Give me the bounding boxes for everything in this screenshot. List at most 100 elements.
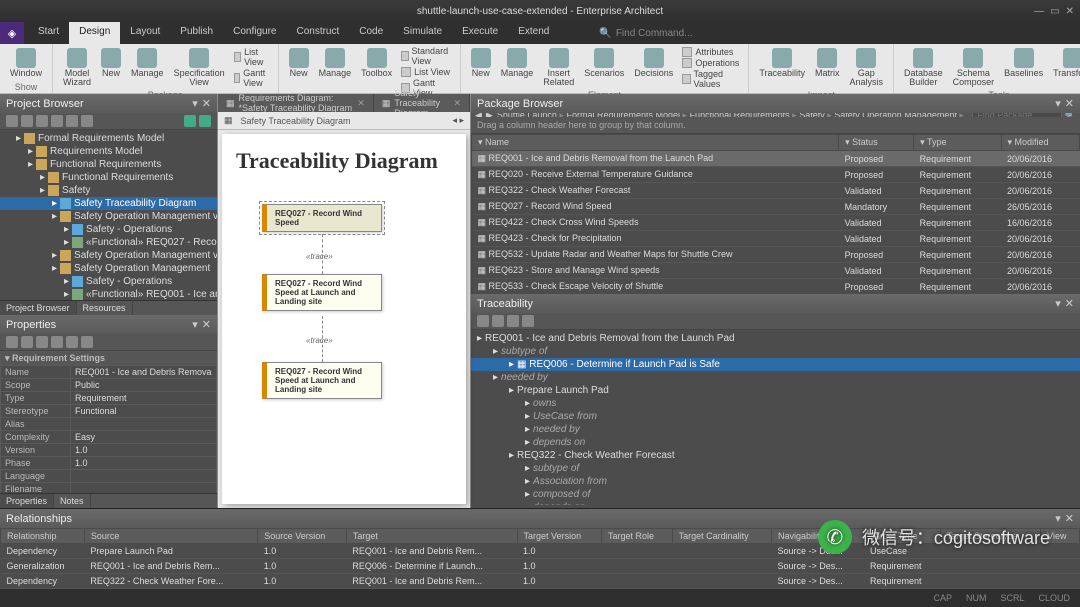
menu-code[interactable]: Code (349, 22, 393, 44)
tree-item[interactable]: ▸Safety Operation Management (0, 262, 217, 275)
find-command[interactable]: 🔍 Find Command... (599, 22, 692, 44)
menu-configure[interactable]: Configure (223, 22, 286, 44)
project-browser-tree[interactable]: ▸Formal Requirements Model▸Requirements … (0, 130, 217, 300)
diagram-title: Traceability Diagram (236, 148, 452, 174)
ribbon-new[interactable]: New (467, 46, 495, 90)
tree-item[interactable]: ▸Requirements Model (0, 145, 217, 158)
menu-construct[interactable]: Construct (286, 22, 349, 44)
ribbon-baselines[interactable]: Baselines (1000, 46, 1047, 90)
trace-item[interactable]: ▸ depends on (471, 501, 1080, 505)
group-hint[interactable]: Drag a column header here to group by th… (471, 117, 1080, 134)
ribbon-manage[interactable]: Manage (315, 46, 356, 98)
ribbon-model-wizard[interactable]: ModelWizard (59, 46, 95, 90)
traceability-tree[interactable]: ▸ REQ001 - Ice and Debris Removal from t… (471, 330, 1080, 505)
project-browser-tabs: Project BrowserResources (0, 300, 217, 315)
trace-item[interactable]: ▸ UseCase from (471, 410, 1080, 423)
maximize-icon[interactable]: ▭ (1050, 6, 1059, 17)
close-icon[interactable]: ✕ (1066, 6, 1074, 17)
trace-item[interactable]: ▸ subtype of (471, 462, 1080, 475)
down-icon[interactable] (199, 115, 211, 127)
trace-item[interactable]: ▸ depends on (471, 436, 1080, 449)
req-box-2[interactable]: REQ027 - Record Wind Speed at Launch and… (262, 274, 382, 311)
trace-item[interactable]: ▸ needed by (471, 371, 1080, 384)
ribbon-new[interactable]: New (285, 46, 313, 98)
properties-table[interactable]: ▾ Requirement SettingsNameREQ001 - Ice a… (0, 351, 217, 493)
relationships-header: Relationships (6, 513, 72, 525)
ribbon-matrix[interactable]: Matrix (811, 46, 844, 90)
trace-item[interactable]: ▸ REQ001 - Ice and Debris Removal from t… (471, 332, 1080, 345)
trace-item[interactable]: ▸ Association from (471, 475, 1080, 488)
project-browser-toolbar (0, 113, 217, 130)
ribbon-toolbox[interactable]: Toolbox (357, 46, 396, 98)
up-icon[interactable] (184, 115, 196, 127)
app-title: shuttle-launch-use-case-extended - Enter… (417, 6, 663, 17)
ribbon-window[interactable]: Window (6, 46, 46, 82)
ribbon-traceability[interactable]: Traceability (755, 46, 809, 90)
tab[interactable]: Resources (77, 301, 133, 315)
doc-tab[interactable]: ▦ Requirements Diagram: *Safety Traceabi… (218, 94, 374, 112)
diagram-icon: ▦ (224, 115, 233, 126)
toolbar-btn[interactable] (6, 115, 18, 127)
menu-design[interactable]: Design (69, 22, 120, 44)
ribbon-specification-view[interactable]: SpecificationView (170, 46, 229, 90)
ribbon-scenarios[interactable]: Scenarios (580, 46, 628, 90)
req-box-1[interactable]: REQ027 - Record Wind Speed (262, 204, 382, 232)
ribbon-decisions[interactable]: Decisions (630, 46, 677, 90)
document-tabs: ▦ Requirements Diagram: *Safety Traceabi… (218, 94, 470, 112)
menu-simulate[interactable]: Simulate (393, 22, 452, 44)
ribbon-new[interactable]: New (97, 46, 125, 90)
trace-item[interactable]: ▸ REQ322 - Check Weather Forecast (471, 449, 1080, 462)
ribbon-transform[interactable]: Transform (1049, 46, 1080, 90)
tree-item[interactable]: ▸Formal Requirements Model (0, 132, 217, 145)
menu-execute[interactable]: Execute (452, 22, 508, 44)
tree-item[interactable]: ▸Safety Traceability Diagram (0, 197, 217, 210)
trace-item[interactable]: ▸ ▦ REQ006 - Determine if Launch Pad is … (471, 358, 1080, 371)
menu-layout[interactable]: Layout (120, 22, 170, 44)
ribbon-manage[interactable]: Manage (127, 46, 168, 90)
menubar: ◈ StartDesignLayoutPublishConfigureConst… (0, 22, 1080, 44)
trace-item[interactable]: ▸ needed by (471, 423, 1080, 436)
properties-header: Properties ▾✕ (0, 315, 217, 334)
diagram-subtab: ▦ Safety Traceability Diagram ◂ ▸ (218, 112, 470, 130)
window-controls: — ▭ ✕ (1034, 6, 1074, 17)
trace-item[interactable]: ▸ owns (471, 397, 1080, 410)
project-browser-header: Project Browser ▾✕ (0, 94, 217, 113)
ribbon: WindowShowModelWizardNewManageSpecificat… (0, 44, 1080, 94)
menu-extend[interactable]: Extend (508, 22, 559, 44)
menu-start[interactable]: Start (28, 22, 69, 44)
close-tab-icon[interactable]: ✕ (357, 98, 365, 109)
diagram-canvas[interactable]: Traceability Diagram REQ027 - Record Win… (222, 134, 466, 504)
close-tab-icon[interactable]: ✕ (453, 98, 461, 109)
ribbon-database-builder[interactable]: DatabaseBuilder (900, 46, 947, 90)
doc-tab[interactable]: ▦ Safety Traceability Diagram ✕ (374, 94, 470, 112)
package-grid[interactable]: ▾ Name▾ Status▾ Type▾ Modified▦ REQ001 -… (471, 134, 1080, 295)
tree-item[interactable]: ▸«Functional» REQ001 - Ice and Debris (0, 288, 217, 300)
traceability-header: Traceability (477, 298, 533, 310)
tree-item[interactable]: ▸«Functional» REQ027 - Record Wind Sp (0, 236, 217, 249)
req-box-3[interactable]: REQ027 - Record Wind Speed at Launch and… (262, 362, 382, 399)
ribbon-gap-analysis[interactable]: GapAnalysis (846, 46, 888, 90)
tree-item[interactable]: ▸Safety - Operations (0, 275, 217, 288)
menu-publish[interactable]: Publish (170, 22, 223, 44)
panel-close-icon[interactable]: ✕ (202, 97, 211, 110)
tree-item[interactable]: ▸Safety (0, 184, 217, 197)
relationships-table[interactable]: RelationshipSourceSource VersionTargetTa… (0, 528, 1080, 589)
tree-item[interactable]: ▸Functional Requirements (0, 171, 217, 184)
pin-icon[interactable]: ▾ (192, 97, 198, 110)
ribbon-insert-related[interactable]: InsertRelated (539, 46, 578, 90)
minimize-icon[interactable]: — (1034, 6, 1044, 17)
tab[interactable]: Project Browser (0, 301, 77, 315)
tab[interactable]: Properties (0, 494, 54, 508)
tree-item[interactable]: ▸Safety Operation Management v2 (0, 210, 217, 223)
tab[interactable]: Notes (54, 494, 91, 508)
trace-item[interactable]: ▸ composed of (471, 488, 1080, 501)
tree-item[interactable]: ▸Safety Operation Management v3 (0, 249, 217, 262)
tree-item[interactable]: ▸Safety - Operations (0, 223, 217, 236)
ribbon-schema-composer[interactable]: SchemaComposer (949, 46, 999, 90)
statusbar: CAPNUMSCRLCLOUD (0, 589, 1080, 607)
ribbon-manage[interactable]: Manage (497, 46, 538, 90)
trace-item[interactable]: ▸ Prepare Launch Pad (471, 384, 1080, 397)
trace-item[interactable]: ▸ subtype of (471, 345, 1080, 358)
app-logo-icon[interactable]: ◈ (0, 22, 24, 44)
tree-item[interactable]: ▸Functional Requirements (0, 158, 217, 171)
